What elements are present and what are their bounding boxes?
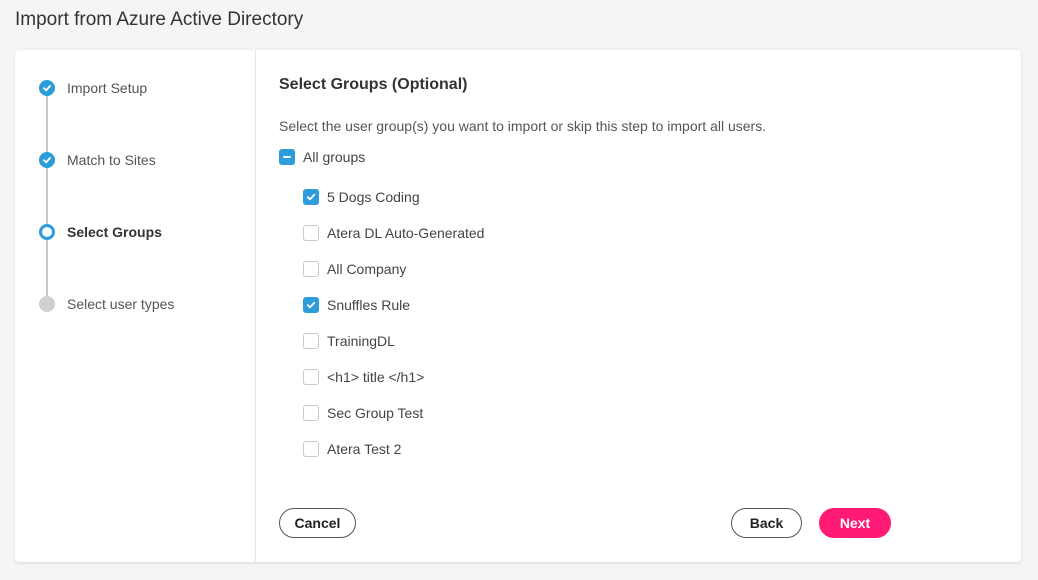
checked-checkbox-icon[interactable] <box>303 189 319 205</box>
steps-connector-line <box>46 88 48 304</box>
group-checkbox[interactable]: Snuffles Rule <box>303 296 410 314</box>
group-checkbox[interactable]: Atera Test 2 <box>303 440 401 458</box>
group-checkbox[interactable]: <h1> title </h1> <box>303 368 424 386</box>
checkbox-label: Snuffles Rule <box>327 297 411 313</box>
step-select-groups[interactable]: Select Groups <box>39 224 162 240</box>
checkbox-icon[interactable] <box>303 369 319 385</box>
checkbox-icon[interactable] <box>303 261 319 277</box>
checkbox-label: <h1> title </h1> <box>327 369 425 385</box>
step-import-setup[interactable]: Import Setup <box>39 80 147 96</box>
step-label: Select user types <box>67 296 175 312</box>
section-description: Select the user group(s) you want to imp… <box>279 118 767 134</box>
wizard-steps: Import Setup Match to Sites Select Group… <box>15 50 256 562</box>
checkbox-icon[interactable] <box>303 405 319 421</box>
group-checkbox[interactable]: Sec Group Test <box>303 404 423 422</box>
step-select-user-types[interactable]: Select user types <box>39 296 174 312</box>
checkbox-label: Sec Group Test <box>327 405 424 421</box>
page-title: Import from Azure Active Directory <box>15 9 304 30</box>
checked-checkbox-icon[interactable] <box>303 297 319 313</box>
indeterminate-checkbox-icon[interactable] <box>279 149 295 165</box>
checkbox-label: Atera DL Auto-Generated <box>327 225 485 241</box>
checkbox-icon[interactable] <box>303 441 319 457</box>
next-button[interactable]: Next <box>819 508 891 538</box>
checkbox-label: Atera Test 2 <box>327 441 402 457</box>
group-checkbox[interactable]: 5 Dogs Coding <box>303 188 420 206</box>
step-match-to-sites[interactable]: Match to Sites <box>39 152 156 168</box>
cancel-button[interactable]: Cancel <box>279 508 356 538</box>
step-label: Match to Sites <box>67 152 156 168</box>
checkbox-icon[interactable] <box>303 333 319 349</box>
all-groups-checkbox[interactable]: All groups <box>279 148 365 166</box>
pending-step-icon <box>39 296 55 312</box>
group-checkbox[interactable]: Atera DL Auto-Generated <box>303 224 484 242</box>
checkbox-label: All groups <box>303 149 366 165</box>
back-button[interactable]: Back <box>731 508 802 538</box>
group-checkbox[interactable]: TrainingDL <box>303 332 395 350</box>
group-checkbox[interactable]: All Company <box>303 260 406 278</box>
checkbox-label: All Company <box>327 261 407 277</box>
section-title: Select Groups (Optional) <box>279 76 468 93</box>
step-label: Select Groups <box>67 224 162 240</box>
select-groups-panel: Select Groups (Optional) Select the user… <box>279 50 1021 562</box>
import-wizard-card: Import Setup Match to Sites Select Group… <box>15 50 1021 562</box>
checkbox-label: TrainingDL <box>327 333 395 349</box>
current-step-icon <box>39 224 55 240</box>
step-label: Import Setup <box>67 80 148 96</box>
check-circle-icon <box>39 80 55 96</box>
checkbox-label: 5 Dogs Coding <box>327 189 420 205</box>
checkbox-icon[interactable] <box>303 225 319 241</box>
check-circle-icon <box>39 152 55 168</box>
